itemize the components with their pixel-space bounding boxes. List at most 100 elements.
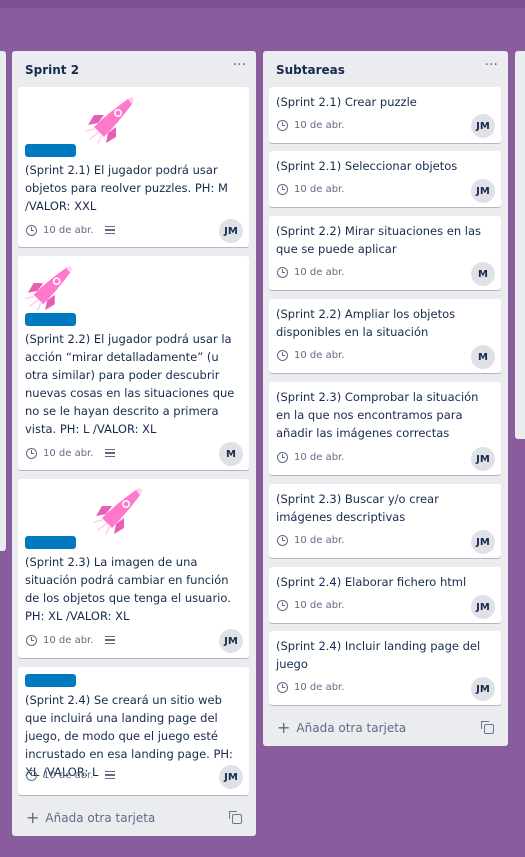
due-date: 10 de abr. [294,266,345,278]
card-sprint-2-1[interactable]: (Sprint 2.1) El jugador podrá usar objet… [18,87,249,247]
card-badges: 10 de abr. [277,265,344,279]
list-header: Sprint 2 ··· [12,51,256,87]
due-date: 10 de abr. [43,224,94,236]
label-blue[interactable] [25,674,76,687]
avatar[interactable]: JM [471,595,495,619]
label-blue[interactable] [25,144,76,157]
clock-icon [277,119,288,131]
description-icon [105,771,116,779]
clock-icon [26,224,37,236]
card-title: (Sprint 2.3) Buscar y/o crear imágenes d… [276,492,439,524]
label-blue[interactable] [25,536,76,549]
avatar[interactable]: M [471,345,495,369]
card-subtask[interactable]: (Sprint 2.3) Comprobar la situación en l… [269,382,501,475]
card-title: (Sprint 2.1) El jugador podrá usar objet… [25,163,228,213]
list-header: Subtareas ··· [263,51,508,87]
add-card-button[interactable]: + Añada otra tarjeta [26,808,156,827]
due-date: 10 de abr. [294,681,345,693]
plus-icon: + [277,718,291,737]
list-edge-previous[interactable] [0,51,6,551]
label-blue[interactable] [25,313,76,326]
clock-icon [26,447,37,459]
card-template-icon[interactable] [229,811,242,824]
description-icon [105,636,116,644]
list-sprint-2: Sprint 2 ··· (Sprint 2.1) El jugador pod… [12,51,256,836]
clock-icon [277,183,288,195]
clock-icon [277,681,288,693]
list-subtareas: Subtareas ··· (Sprint 2.1) Crear puzzle … [263,51,508,746]
card-title: (Sprint 2.3) Comprobar la situación en l… [276,390,479,440]
plus-icon: + [26,808,40,827]
clock-icon [26,634,37,646]
card-title: (Sprint 2.1) Crear puzzle [276,95,417,109]
due-date: 10 de abr. [43,634,94,646]
avatar[interactable]: JM [471,530,495,554]
rocket-sticker-icon [85,96,135,144]
due-date: 10 de abr. [294,534,345,546]
card-title: (Sprint 2.1) Seleccionar objetos [276,159,458,173]
list-title[interactable]: Subtareas [276,63,345,77]
card-template-icon[interactable] [481,721,494,734]
list-menu-icon[interactable]: ··· [233,57,246,73]
due-date: 10 de abr. [294,183,345,195]
card-badges: 10 de abr. [277,450,344,464]
card-title: (Sprint 2.4) Elaborar fichero html [276,575,467,589]
card-badges: 10 de abr. [277,598,344,612]
due-date: 10 de abr. [294,119,345,131]
avatar[interactable]: JM [219,629,243,653]
description-icon [105,226,116,234]
avatar[interactable]: JM [471,677,495,701]
card-title: (Sprint 2.2) Mirar situaciones en las qu… [276,224,482,256]
avatar[interactable]: JM [219,765,243,789]
card-subtask[interactable]: (Sprint 2.4) Incluir landing page del ju… [269,631,501,705]
card-badges: 10 de abr. [26,768,116,782]
card-title: (Sprint 2.2) El jugador podrá usar la ac… [25,332,235,436]
board-header-strip [0,0,525,8]
clock-icon [277,349,288,361]
card-sprint-2-2[interactable]: (Sprint 2.2) El jugador podrá usar la ac… [18,256,249,470]
clock-icon [277,534,288,546]
list-menu-icon[interactable]: ··· [485,57,498,73]
list-title[interactable]: Sprint 2 [25,63,79,77]
card-sprint-2-4[interactable]: (Sprint 2.4) Se creará un sitio web que … [18,667,249,795]
due-date: 10 de abr. [43,769,94,781]
due-date: 10 de abr. [43,447,94,459]
add-card-label: Añada otra tarjeta [296,721,407,735]
card-badges: 10 de abr. [277,680,344,694]
clock-icon [277,266,288,278]
avatar[interactable]: M [471,262,495,286]
rocket-sticker-icon [93,487,143,535]
add-card-label: Añada otra tarjeta [45,811,156,825]
card-badges: 10 de abr. [26,446,116,460]
avatar[interactable]: JM [219,219,243,243]
card-badges: 10 de abr. [26,633,116,647]
avatar[interactable]: M [219,442,243,466]
card-subtask[interactable]: (Sprint 2.2) Mirar situaciones en las qu… [269,216,501,290]
avatar[interactable]: JM [471,114,495,138]
description-icon [105,449,116,457]
due-date: 10 de abr. [294,599,345,611]
clock-icon [277,451,288,463]
card-subtask[interactable]: (Sprint 2.2) Ampliar los objetos disponi… [269,299,501,373]
card-badges: 10 de abr. [26,223,116,237]
rocket-sticker-icon [25,265,73,311]
card-subtask[interactable]: (Sprint 2.4) Elaborar fichero html 10 de… [269,567,501,623]
due-date: 10 de abr. [294,451,345,463]
card-subtask[interactable]: (Sprint 2.1) Crear puzzle 10 de abr. JM [269,87,501,143]
card-title: (Sprint 2.4) Incluir landing page del ju… [276,639,481,671]
list-edge-next[interactable] [515,51,525,439]
avatar[interactable]: JM [471,447,495,471]
card-title: (Sprint 2.3) La imagen de una situación … [25,555,231,623]
card-sprint-2-3[interactable]: (Sprint 2.3) La imagen de una situación … [18,479,249,658]
clock-icon [277,599,288,611]
card-subtask[interactable]: (Sprint 2.3) Buscar y/o crear imágenes d… [269,484,501,558]
card-badges: 10 de abr. [277,533,344,547]
due-date: 10 de abr. [294,349,345,361]
clock-icon [26,769,37,781]
avatar[interactable]: JM [471,179,495,203]
card-badges: 10 de abr. [277,182,344,196]
card-badges: 10 de abr. [277,118,344,132]
card-badges: 10 de abr. [277,348,344,362]
add-card-button[interactable]: + Añada otra tarjeta [277,718,407,737]
card-subtask[interactable]: (Sprint 2.1) Seleccionar objetos 10 de a… [269,151,501,207]
